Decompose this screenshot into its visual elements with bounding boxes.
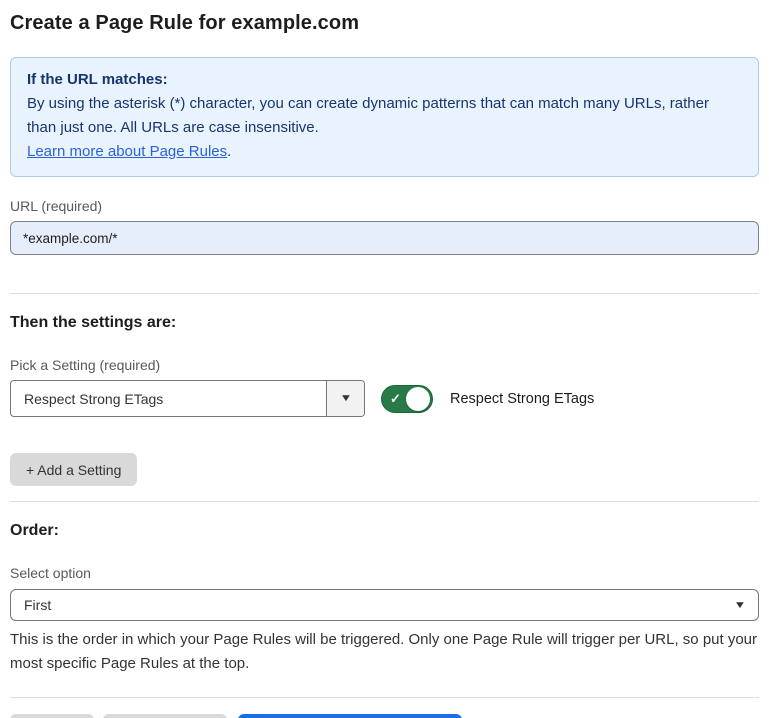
learn-more-link[interactable]: Learn more about Page Rules xyxy=(27,143,227,160)
footer-divider xyxy=(10,697,759,698)
setting-select-arrow-button[interactable]: ▼ xyxy=(326,381,364,416)
url-match-info-box: If the URL matches: By using the asteris… xyxy=(10,57,759,177)
setting-row: Respect Strong ETags ▼ ✓ Respect Strong … xyxy=(10,380,759,417)
page-rule-form: Create a Page Rule for example.com If th… xyxy=(0,0,769,718)
save-draft-button[interactable]: Save as Draft xyxy=(103,714,228,718)
url-field-label: URL (required) xyxy=(10,198,759,214)
info-box-heading: If the URL matches: xyxy=(27,68,742,92)
cancel-button[interactable]: Cancel xyxy=(10,714,94,718)
section-divider xyxy=(10,501,759,502)
setting-select-value: Respect Strong ETags xyxy=(11,381,326,416)
add-setting-button[interactable]: + Add a Setting xyxy=(10,453,137,486)
order-select-value: First xyxy=(24,597,51,613)
order-section-heading: Order: xyxy=(10,522,759,540)
section-divider xyxy=(10,293,759,294)
etags-toggle[interactable]: ✓ xyxy=(381,385,433,413)
chevron-down-icon: ▼ xyxy=(734,600,747,611)
url-input[interactable] xyxy=(10,221,759,255)
setting-picker-label: Pick a Setting (required) xyxy=(10,357,759,373)
page-title: Create a Page Rule for example.com xyxy=(10,12,759,35)
save-deploy-button[interactable]: Save and Deploy Page Rule xyxy=(238,714,462,718)
footer-actions: Cancel Save as Draft Save and Deploy Pag… xyxy=(10,714,759,718)
toggle-check-icon: ✓ xyxy=(390,392,401,405)
chevron-down-icon: ▼ xyxy=(339,393,352,404)
info-box-link-line: Learn more about Page Rules. xyxy=(27,140,742,164)
link-suffix: . xyxy=(227,143,231,160)
info-box-body: By using the asterisk (*) character, you… xyxy=(27,92,742,140)
order-help-text: This is the order in which your Page Rul… xyxy=(10,628,759,676)
toggle-knob xyxy=(406,387,430,411)
setting-select[interactable]: Respect Strong ETags ▼ xyxy=(10,380,365,417)
order-select-label: Select option xyxy=(10,565,759,581)
settings-section-heading: Then the settings are: xyxy=(10,314,759,332)
toggle-label: Respect Strong ETags xyxy=(450,391,594,407)
order-select[interactable]: First ▼ xyxy=(10,589,759,621)
